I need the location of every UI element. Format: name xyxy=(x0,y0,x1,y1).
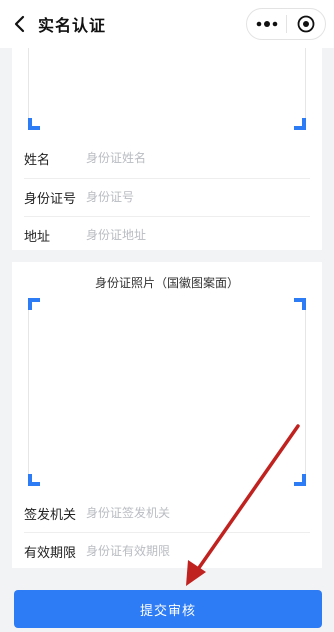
validity-row: 有效期限 xyxy=(12,532,322,570)
address-input[interactable] xyxy=(76,228,276,242)
frame-corner xyxy=(28,298,40,310)
more-button[interactable] xyxy=(247,9,286,39)
frame-corner xyxy=(294,118,306,130)
validity-input[interactable] xyxy=(76,544,276,558)
chevron-left-icon xyxy=(14,15,25,33)
address-row: 地址 xyxy=(12,216,322,254)
frame-left-edge xyxy=(28,298,29,486)
name-input[interactable] xyxy=(76,151,276,165)
name-label: 姓名 xyxy=(24,152,51,168)
more-dots-icon xyxy=(256,21,277,27)
frame-right-edge xyxy=(305,298,306,486)
id-number-input[interactable] xyxy=(76,190,276,204)
id-info-card: 姓名 身份证号 地址 xyxy=(12,48,322,250)
page-title: 实名认证 xyxy=(38,16,107,35)
authority-input[interactable] xyxy=(76,506,276,520)
name-row: 姓名 xyxy=(12,139,322,177)
authority-label: 签发机关 xyxy=(24,507,77,523)
navbar: 实名认证 xyxy=(0,0,334,48)
id-number-row: 身份证号 xyxy=(12,178,322,216)
front-photo-upload[interactable] xyxy=(28,48,306,130)
submit-button[interactable]: 提交审核 xyxy=(14,590,322,628)
validity-label: 有效期限 xyxy=(24,545,77,561)
id-back-card: 身份证照片（国徽图案面） 签发机关 有效期限 xyxy=(12,262,322,568)
back-photo-upload[interactable] xyxy=(28,298,306,486)
target-circle-icon xyxy=(297,15,315,33)
close-mini-program-button[interactable] xyxy=(287,9,325,39)
frame-corner xyxy=(294,474,306,486)
address-label: 地址 xyxy=(24,229,51,245)
frame-corner xyxy=(28,118,40,130)
frame-corner xyxy=(28,474,40,486)
mini-program-capsule xyxy=(246,8,326,40)
id-number-label: 身份证号 xyxy=(24,191,77,207)
authority-row: 签发机关 xyxy=(12,494,322,532)
back-button[interactable] xyxy=(2,0,38,48)
back-photo-title: 身份证照片（国徽图案面） xyxy=(94,276,239,290)
frame-corner xyxy=(294,298,306,310)
